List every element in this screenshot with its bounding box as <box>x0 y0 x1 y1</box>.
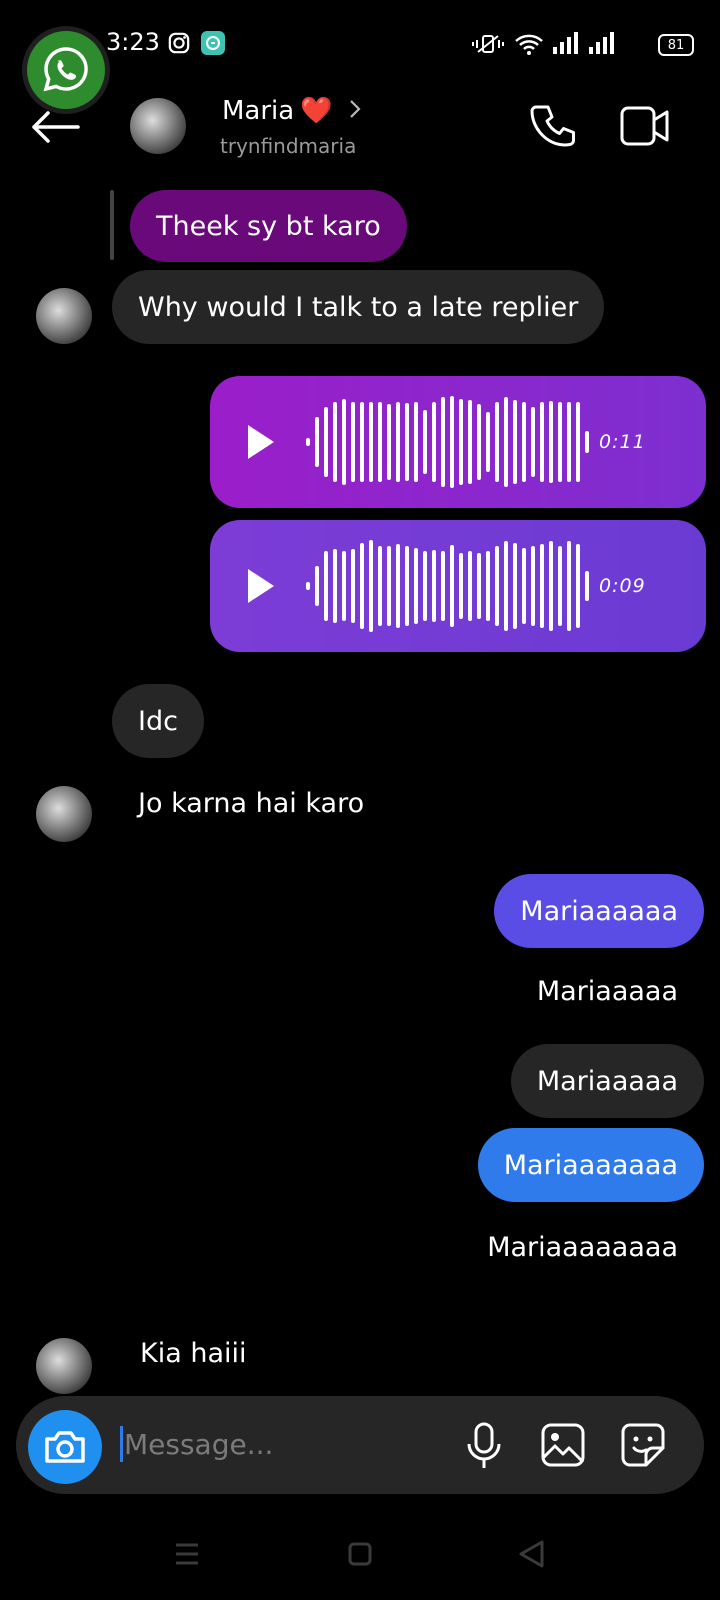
message-bubble-incoming[interactable]: Idc <box>112 684 204 758</box>
waveform-2 <box>306 540 589 632</box>
contact-avatar[interactable] <box>130 98 186 154</box>
waveform-1 <box>306 396 589 488</box>
sticker-icon[interactable] <box>620 1422 666 1472</box>
menu-nav-icon[interactable] <box>174 1542 200 1570</box>
message-bubble-outgoing[interactable]: Mariaaaaaa <box>494 874 704 948</box>
gallery-icon[interactable] <box>540 1422 586 1472</box>
sender-avatar[interactable] <box>36 786 92 842</box>
chevron-right-icon <box>349 96 361 126</box>
microphone-icon[interactable] <box>466 1422 502 1474</box>
chat-app-notification-icon <box>201 31 225 55</box>
system-nav-bar <box>0 1530 720 1590</box>
message-bubble-outgoing[interactable]: Mariaaaaaaa <box>477 1128 704 1202</box>
message-text-outgoing[interactable]: Mariaaaaaaaa <box>487 1232 678 1263</box>
phone-call-icon[interactable] <box>530 102 578 154</box>
play-icon[interactable] <box>248 425 274 459</box>
message-text-outgoing[interactable]: Mariaaaaa <box>537 976 678 1007</box>
camera-button[interactable] <box>28 1410 102 1484</box>
instagram-notification-icon <box>168 32 190 58</box>
text-cursor <box>120 1426 123 1462</box>
message-text: Idc <box>138 705 178 737</box>
voice-message-1[interactable]: 0:11 <box>210 376 706 508</box>
message-bubble-incoming[interactable]: Why would I talk to a late replier <box>112 270 605 344</box>
message-text-incoming[interactable]: Kia haiii <box>140 1338 247 1369</box>
sender-avatar[interactable] <box>36 288 92 344</box>
voice-message-2[interactable]: 0:09 <box>210 520 706 652</box>
video-call-icon[interactable] <box>620 104 670 152</box>
chat-header: Maria ❤️ trynfindmaria <box>0 90 720 180</box>
reply-quote-bar <box>110 190 114 260</box>
message-input[interactable]: Message... <box>124 1428 273 1461</box>
contact-name-text: Maria <box>222 96 295 126</box>
play-icon[interactable] <box>248 569 274 603</box>
message-text: Mariaaaaaaa <box>503 1149 678 1181</box>
home-nav-icon[interactable] <box>348 1542 372 1570</box>
signal-icon-1 <box>552 32 580 58</box>
heart-emoji: ❤️ <box>300 96 333 126</box>
wifi-icon <box>514 32 544 60</box>
battery-indicator: 81 <box>658 34 694 56</box>
sender-avatar[interactable] <box>36 1338 92 1394</box>
reply-quote-bubble[interactable]: Theek sy bt karo <box>130 190 407 262</box>
back-nav-icon[interactable] <box>518 1540 544 1572</box>
signal-icon-2 <box>588 32 616 58</box>
contact-name[interactable]: Maria ❤️ <box>222 96 361 126</box>
status-time: 3:23 <box>106 28 160 56</box>
camera-icon <box>45 1431 85 1463</box>
message-text: Mariaaaaaa <box>520 895 678 927</box>
vibrate-off-icon <box>472 32 504 60</box>
reply-quote-text: Theek sy bt karo <box>156 210 381 242</box>
contact-username: trynfindmaria <box>220 134 357 158</box>
message-text: Mariaaaaa <box>536 1065 678 1097</box>
voice-duration-2: 0:09 <box>599 575 646 597</box>
voice-duration-1: 0:11 <box>599 431 646 453</box>
message-text: Why would I talk to a late replier <box>138 291 579 323</box>
message-bubble-outgoing[interactable]: Mariaaaaa <box>510 1044 704 1118</box>
message-text-incoming[interactable]: Jo karna hai karo <box>138 788 364 819</box>
back-arrow-icon[interactable] <box>30 110 80 148</box>
